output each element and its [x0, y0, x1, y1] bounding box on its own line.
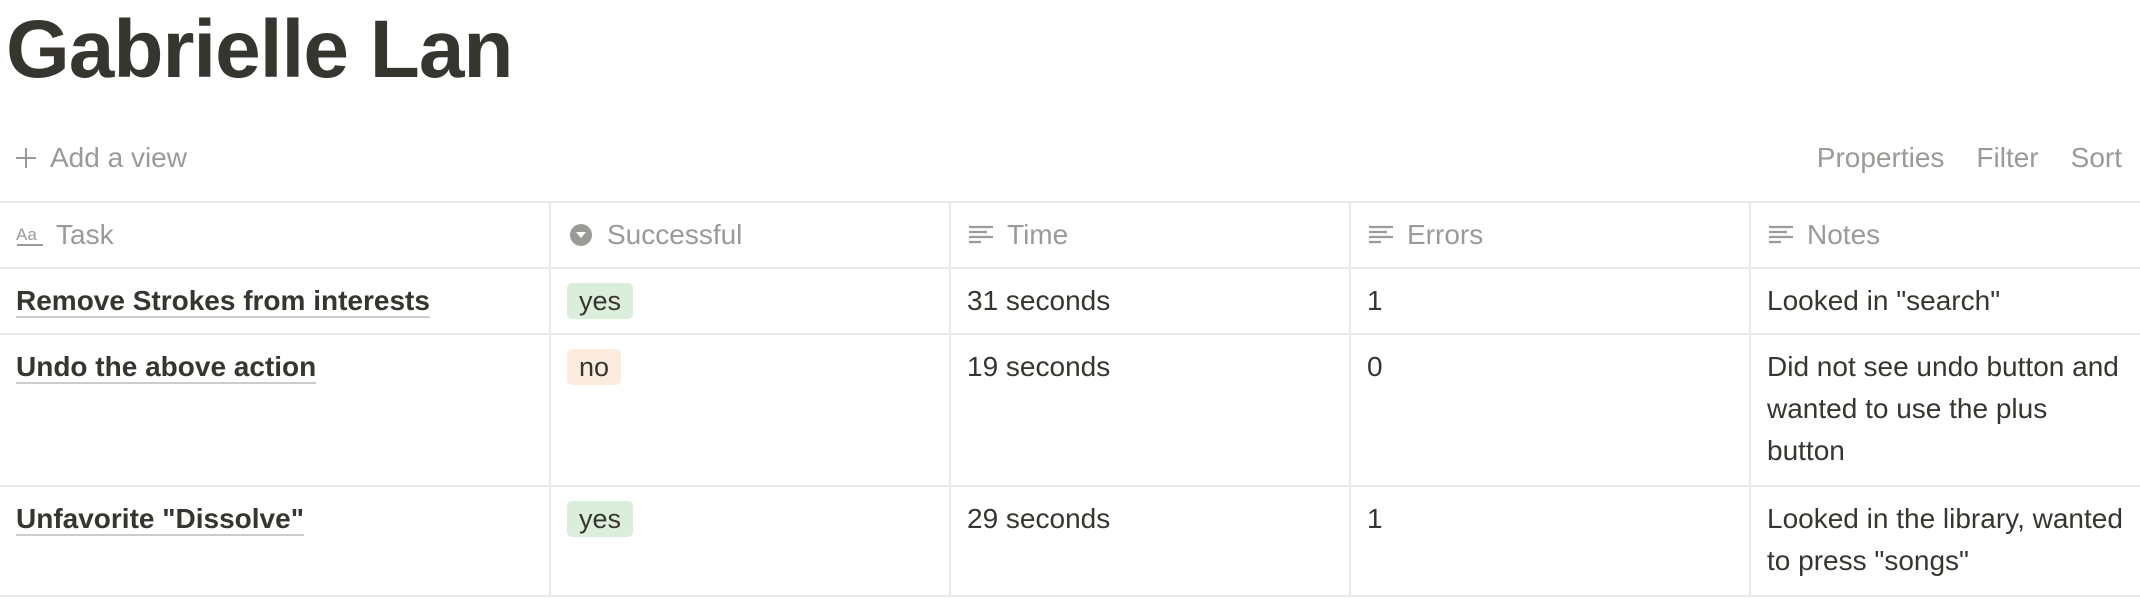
text-lines-icon — [1369, 225, 1393, 244]
column-header-successful[interactable]: Successful — [551, 203, 951, 267]
table-row[interactable]: Remove Strokes from interests yes 31 sec… — [0, 269, 2140, 335]
notes-cell[interactable]: Did not see undo button and wanted to us… — [1751, 335, 2140, 485]
status-tag-no: no — [567, 349, 622, 385]
notes-cell[interactable]: Looked in "search" — [1751, 269, 2140, 333]
task-name[interactable]: Remove Strokes from interests — [16, 285, 430, 318]
column-header-label: Errors — [1407, 219, 1484, 250]
table-header-row: Aa Task Successful Time Errors Notes — [0, 203, 2140, 269]
text-lines-icon — [969, 225, 993, 244]
successful-cell[interactable]: yes — [551, 269, 951, 333]
column-header-errors[interactable]: Errors — [1351, 203, 1751, 267]
time-cell[interactable]: 29 seconds — [951, 487, 1351, 595]
add-view-label: Add a view — [50, 142, 187, 173]
successful-cell[interactable]: yes — [551, 487, 951, 595]
errors-cell[interactable]: 0 — [1351, 335, 1751, 485]
view-actions: Properties Filter Sort — [1817, 130, 2122, 186]
task-name[interactable]: Unfavorite "Dissolve" — [16, 503, 304, 536]
column-header-label: Time — [1007, 219, 1069, 250]
status-tag-yes: yes — [567, 501, 634, 537]
column-header-label: Notes — [1807, 219, 1881, 250]
add-view-button[interactable]: Add a view — [14, 130, 187, 186]
time-cell[interactable]: 31 seconds — [951, 269, 1351, 333]
column-header-notes[interactable]: Notes — [1751, 203, 2140, 267]
view-bar: Add a view Properties Filter Sort — [0, 130, 2140, 186]
notes-cell[interactable]: Looked in the library, wanted to press "… — [1751, 487, 2140, 595]
task-cell[interactable]: Undo the above action — [0, 335, 551, 485]
title-aa-icon: Aa — [16, 225, 43, 246]
column-header-label: Successful — [607, 219, 743, 250]
task-cell[interactable]: Remove Strokes from interests — [0, 269, 551, 333]
time-cell[interactable]: 19 seconds — [951, 335, 1351, 485]
filter-button[interactable]: Filter — [1976, 142, 2038, 174]
sort-button[interactable]: Sort — [2071, 142, 2122, 174]
status-tag-yes: yes — [567, 283, 634, 319]
errors-cell[interactable]: 1 — [1351, 487, 1751, 595]
column-header-time[interactable]: Time — [951, 203, 1351, 267]
properties-button[interactable]: Properties — [1817, 142, 1945, 174]
successful-cell[interactable]: no — [551, 335, 951, 485]
database-table: Aa Task Successful Time Errors Notes Rem… — [0, 201, 2140, 597]
column-header-label: Task — [56, 219, 114, 250]
errors-cell[interactable]: 1 — [1351, 269, 1751, 333]
table-row[interactable]: Unfavorite "Dissolve" yes 29 seconds 1 L… — [0, 487, 2140, 597]
task-name[interactable]: Undo the above action — [16, 351, 317, 384]
table-row[interactable]: Undo the above action no 19 seconds 0 Di… — [0, 335, 2140, 487]
page-title: Gabrielle Lan — [6, 4, 514, 95]
select-chevron-icon — [570, 224, 592, 246]
plus-icon — [16, 148, 36, 168]
svg-text:Aa: Aa — [16, 225, 37, 244]
text-lines-icon — [1769, 225, 1793, 244]
column-header-task[interactable]: Aa Task — [0, 203, 551, 267]
task-cell[interactable]: Unfavorite "Dissolve" — [0, 487, 551, 595]
